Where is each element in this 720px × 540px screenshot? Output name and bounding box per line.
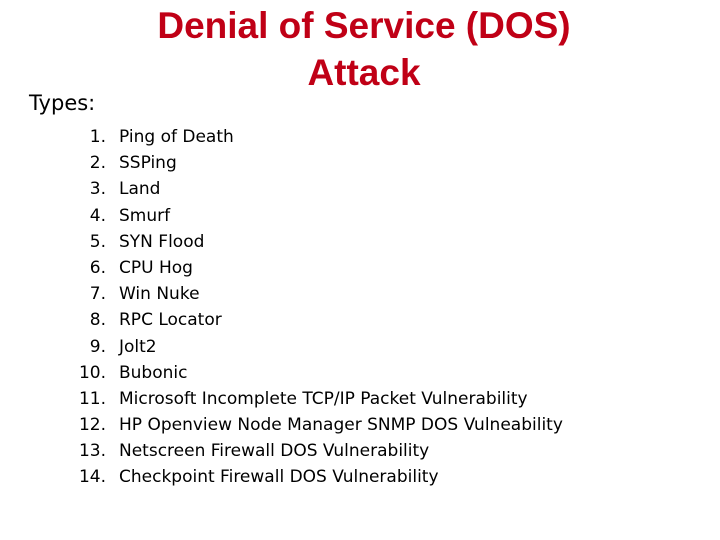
list-item-number: 1. bbox=[89, 127, 106, 147]
list-item-label: Smurf bbox=[119, 205, 171, 226]
list-item-label: SYN Flood bbox=[119, 231, 205, 252]
list-item-label: Jolt2 bbox=[119, 336, 157, 357]
list-item-label: Checkpoint Firewall DOS Vulnerability bbox=[119, 467, 439, 488]
dos-types-list: 1. Ping of Death 2. SSPing 3. Land 4. Sm… bbox=[62, 124, 702, 491]
list-item: 12. HP Openview Node Manager SNMP DOS Vu… bbox=[62, 412, 702, 438]
list-item: 13. Netscreen Firewall DOS Vulnerability bbox=[62, 438, 702, 464]
list-item-number: 6. bbox=[89, 257, 106, 278]
list-item-number: 3. bbox=[89, 179, 106, 200]
list-item: 4. Smurf bbox=[62, 203, 702, 229]
list-item-label: Bubonic bbox=[119, 362, 188, 383]
slide-title-line-2: Attack bbox=[307, 52, 421, 93]
types-label: Types: bbox=[29, 91, 96, 115]
list-item: 7. Win Nuke bbox=[62, 281, 702, 307]
slide-title: Denial of Service (DOS) Attack bbox=[112, 2, 616, 96]
list-item-label: Land bbox=[119, 179, 161, 200]
list-item-number: 14. bbox=[78, 467, 106, 488]
list-item: 5. SYN Flood bbox=[62, 229, 702, 255]
list-item-label: SSPing bbox=[119, 153, 177, 174]
slide-canvas: Denial of Service (DOS) Attack Types: 1.… bbox=[0, 0, 720, 540]
list-item-number: 11. bbox=[78, 388, 106, 409]
slide-title-line-1: Denial of Service (DOS) bbox=[157, 5, 571, 46]
list-item-number: 12. bbox=[78, 415, 106, 436]
list-item-label: Microsoft Incomplete TCP/IP Packet Vulne… bbox=[119, 388, 528, 409]
list-item-label: Netscreen Firewall DOS Vulnerability bbox=[119, 441, 430, 462]
list-item-number: 4. bbox=[89, 205, 106, 226]
list-item-label: RPC Locator bbox=[119, 310, 222, 331]
list-item: 2. SSPing bbox=[62, 150, 702, 176]
list-item-label: Win Nuke bbox=[119, 284, 200, 305]
list-item-number: 13. bbox=[78, 441, 106, 462]
list-item: 14. Checkpoint Firewall DOS Vulnerabilit… bbox=[62, 464, 702, 490]
list-item-label: Ping of Death bbox=[119, 127, 234, 147]
list-item: 11. Microsoft Incomplete TCP/IP Packet V… bbox=[62, 386, 702, 412]
list-item-label: HP Openview Node Manager SNMP DOS Vulnea… bbox=[119, 415, 563, 436]
list-item: 8. RPC Locator bbox=[62, 307, 702, 333]
list-item-number: 2. bbox=[89, 153, 106, 174]
list-item: 9. Jolt2 bbox=[62, 334, 702, 360]
list-item: 10. Bubonic bbox=[62, 360, 702, 386]
list-item-number: 8. bbox=[89, 310, 106, 331]
list-item-number: 9. bbox=[89, 336, 106, 357]
list-item-number: 5. bbox=[89, 231, 106, 252]
list-item-number: 7. bbox=[89, 284, 106, 305]
list-item: 3. Land bbox=[62, 176, 702, 202]
list-item-number: 10. bbox=[78, 362, 106, 383]
list-item: 1. Ping of Death bbox=[62, 124, 702, 150]
list-item: 6. CPU Hog bbox=[62, 255, 702, 281]
list-item-label: CPU Hog bbox=[119, 257, 193, 278]
